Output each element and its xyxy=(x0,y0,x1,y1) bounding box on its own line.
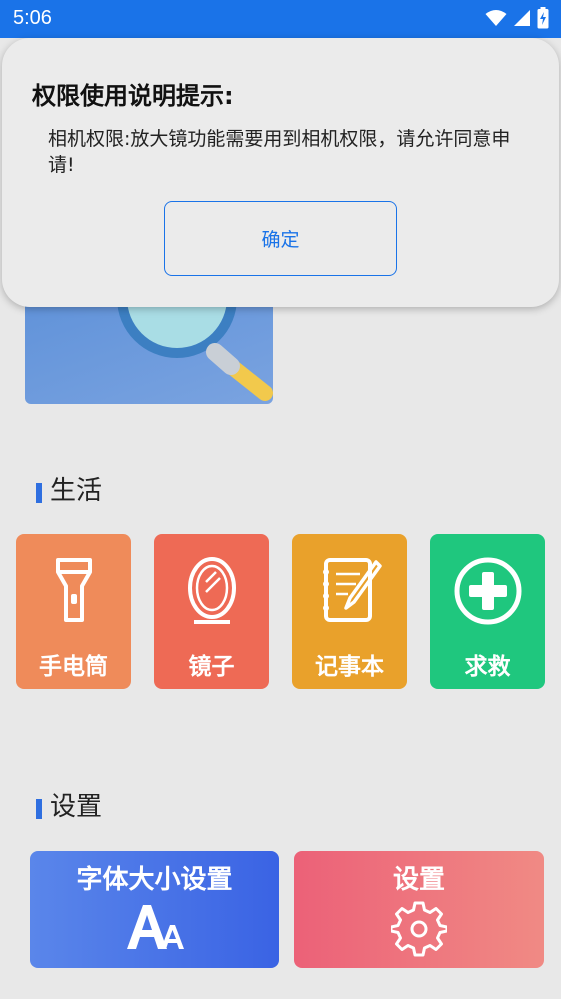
flashlight-tile[interactable]: 手电筒 xyxy=(16,534,131,689)
mirror-tile[interactable]: 镜子 xyxy=(154,534,269,689)
settings-label: 设置 xyxy=(392,865,445,895)
life-section-header: 生活 xyxy=(36,470,102,507)
gear-icon xyxy=(294,901,544,957)
mirror-icon xyxy=(154,556,269,626)
status-time: 5:06 xyxy=(13,7,52,29)
settings-tile[interactable]: 设置 xyxy=(294,851,544,968)
signal-icon xyxy=(514,10,530,26)
section-marker xyxy=(36,798,42,819)
wifi-icon xyxy=(485,10,507,26)
notepad-tile[interactable]: 记事本 xyxy=(292,534,407,689)
flashlight-icon xyxy=(16,556,131,626)
settings-section-title: 设置 xyxy=(50,792,103,822)
font-size-label: 字体大小设置 xyxy=(76,865,233,895)
life-section-title: 生活 xyxy=(50,476,103,506)
section-marker xyxy=(36,482,42,503)
status-bar: 5:06 xyxy=(0,0,561,38)
settings-section-header: 设置 xyxy=(36,786,102,823)
notepad-icon xyxy=(292,556,407,626)
dialog-message: 相机权限:放大镜功能需要用到相机权限，请允许同意申请! xyxy=(48,128,511,176)
dialog-title: 权限使用说明提示: xyxy=(32,82,234,110)
font-size-tile[interactable]: 字体大小设置 xyxy=(30,851,279,968)
sos-tile[interactable]: 求救 xyxy=(430,534,545,689)
battery-charging-icon xyxy=(537,7,549,29)
notepad-label: 记事本 xyxy=(315,654,384,680)
status-icons xyxy=(485,6,549,30)
mirror-label: 镜子 xyxy=(188,654,235,680)
font-size-icon xyxy=(30,901,279,951)
sos-label: 求救 xyxy=(464,654,511,680)
permission-dialog: 权限使用说明提示: 相机权限:放大镜功能需要用到相机权限，请允许同意申请! 确定 xyxy=(2,38,559,307)
confirm-button[interactable]: 确定 xyxy=(164,201,397,276)
plus-circle-icon xyxy=(430,556,545,626)
flashlight-label: 手电筒 xyxy=(39,654,108,680)
